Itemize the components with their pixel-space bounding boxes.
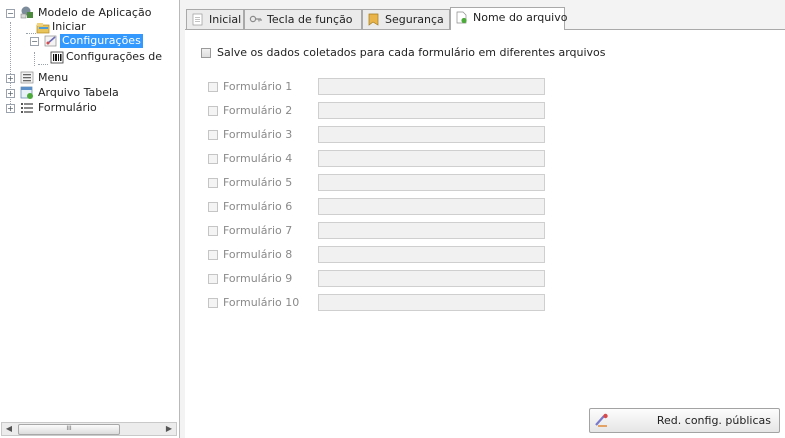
- tree-connector-line: [38, 64, 48, 65]
- reset-icon: [595, 413, 608, 427]
- tree-item-label: Iniciar: [52, 20, 86, 33]
- collapse-icon[interactable]: −: [6, 9, 15, 18]
- tab-nome-do-arquivo[interactable]: Nome do arquivo: [450, 7, 568, 30]
- form-9-label: Formulário 9: [223, 272, 293, 285]
- tab-label: Tecla de função: [267, 13, 353, 26]
- form-6-checkbox[interactable]: [208, 202, 218, 212]
- barcode-icon: [50, 51, 64, 64]
- form-6-label: Formulário 6: [223, 200, 293, 213]
- form-10-filename-field[interactable]: [318, 294, 545, 311]
- expand-icon[interactable]: +: [6, 104, 15, 113]
- menu-icon: [20, 71, 34, 84]
- form-7-checkbox[interactable]: [208, 226, 218, 236]
- reset-public-config-label: Red. config. públicas: [656, 414, 771, 427]
- tree-item-label: Configurações: [60, 34, 143, 48]
- tree-root-label: Modelo de Aplicação: [38, 6, 152, 19]
- save-separate-files-label: Salve os dados coletados para cada formu…: [217, 46, 606, 59]
- tab-label: Nome do arquivo: [473, 11, 568, 24]
- tree-item-configuracoes-de[interactable]: Configurações de: [4, 50, 180, 64]
- form-7-label: Formulário 7: [223, 224, 293, 237]
- tree-item-iniciar[interactable]: Iniciar: [4, 20, 174, 34]
- tree-item-arquivo-tabela[interactable]: + Arquivo Tabela: [4, 86, 174, 100]
- security-icon: [368, 13, 379, 26]
- form-8-label: Formulário 8: [223, 248, 293, 261]
- form-10-label: Formulário 10: [223, 296, 300, 309]
- form-5-filename-field[interactable]: [318, 174, 545, 191]
- tree-horizontal-scrollbar[interactable]: ◀ III ▶: [1, 422, 177, 436]
- scroll-left-icon[interactable]: ◀: [2, 423, 16, 435]
- form-4-filename-field[interactable]: [318, 150, 545, 167]
- expand-icon[interactable]: +: [6, 89, 15, 98]
- form-7-filename-field[interactable]: [318, 222, 545, 239]
- form-2-filename-field[interactable]: [318, 102, 545, 119]
- app-model-icon: [20, 6, 33, 19]
- tab-inicial[interactable]: Inicial: [186, 9, 244, 29]
- form-5-label: Formulário 5: [223, 176, 293, 189]
- form-6-filename-field[interactable]: [318, 198, 545, 215]
- tree-item-configuracoes[interactable]: − Configurações: [4, 34, 174, 48]
- tree-root-node[interactable]: − Modelo de Aplicação: [4, 6, 174, 20]
- tree-item-menu[interactable]: + Menu: [4, 71, 174, 85]
- form-9-filename-field[interactable]: [318, 270, 545, 287]
- tree-item-formulario[interactable]: + Formulário: [4, 101, 174, 115]
- file-name-icon: [456, 11, 467, 24]
- page-icon: [192, 13, 203, 26]
- tree-item-label: Configurações de: [66, 50, 163, 63]
- start-folder-icon: [36, 23, 50, 34]
- form-icon: [21, 103, 33, 113]
- tab-label: Inicial: [209, 13, 242, 26]
- form-1-filename-field[interactable]: [318, 78, 545, 95]
- tree-item-label: Formulário: [38, 101, 97, 114]
- form-2-label: Formulário 2: [223, 104, 293, 117]
- form-4-label: Formulário 4: [223, 152, 293, 165]
- form-8-checkbox[interactable]: [208, 250, 218, 260]
- form-3-checkbox[interactable]: [208, 130, 218, 140]
- key-icon: [249, 15, 262, 23]
- form-9-checkbox[interactable]: [208, 274, 218, 284]
- settings-icon: [44, 35, 57, 47]
- scroll-right-icon[interactable]: ▶: [162, 423, 176, 435]
- table-file-icon: [20, 86, 33, 99]
- tab-tecla-de-funcao[interactable]: Tecla de função: [244, 9, 362, 29]
- form-3-label: Formulário 3: [223, 128, 293, 141]
- form-10-checkbox[interactable]: [208, 298, 218, 308]
- tab-label: Segurança: [385, 13, 444, 26]
- save-separate-files-checkbox[interactable]: [201, 48, 211, 58]
- tree-item-label: Menu: [38, 71, 69, 84]
- collapse-icon[interactable]: −: [30, 37, 39, 46]
- scrollbar-thumb[interactable]: III: [18, 424, 120, 435]
- form-8-filename-field[interactable]: [318, 246, 545, 263]
- form-4-checkbox[interactable]: [208, 154, 218, 164]
- form-3-filename-field[interactable]: [318, 126, 545, 143]
- reset-public-config-button[interactable]: Red. config. públicas: [589, 408, 780, 433]
- navigation-tree[interactable]: − Modelo de Aplicação Iniciar − Configur…: [0, 0, 180, 438]
- expand-icon[interactable]: +: [6, 74, 15, 83]
- form-2-checkbox[interactable]: [208, 106, 218, 116]
- form-1-checkbox[interactable]: [208, 82, 218, 92]
- form-1-label: Formulário 1: [223, 80, 293, 93]
- file-name-settings-panel: Salve os dados coletados para cada formu…: [185, 29, 785, 438]
- tab-seguranca[interactable]: Segurança: [362, 9, 450, 29]
- tree-item-label: Arquivo Tabela: [38, 86, 119, 99]
- form-5-checkbox[interactable]: [208, 178, 218, 188]
